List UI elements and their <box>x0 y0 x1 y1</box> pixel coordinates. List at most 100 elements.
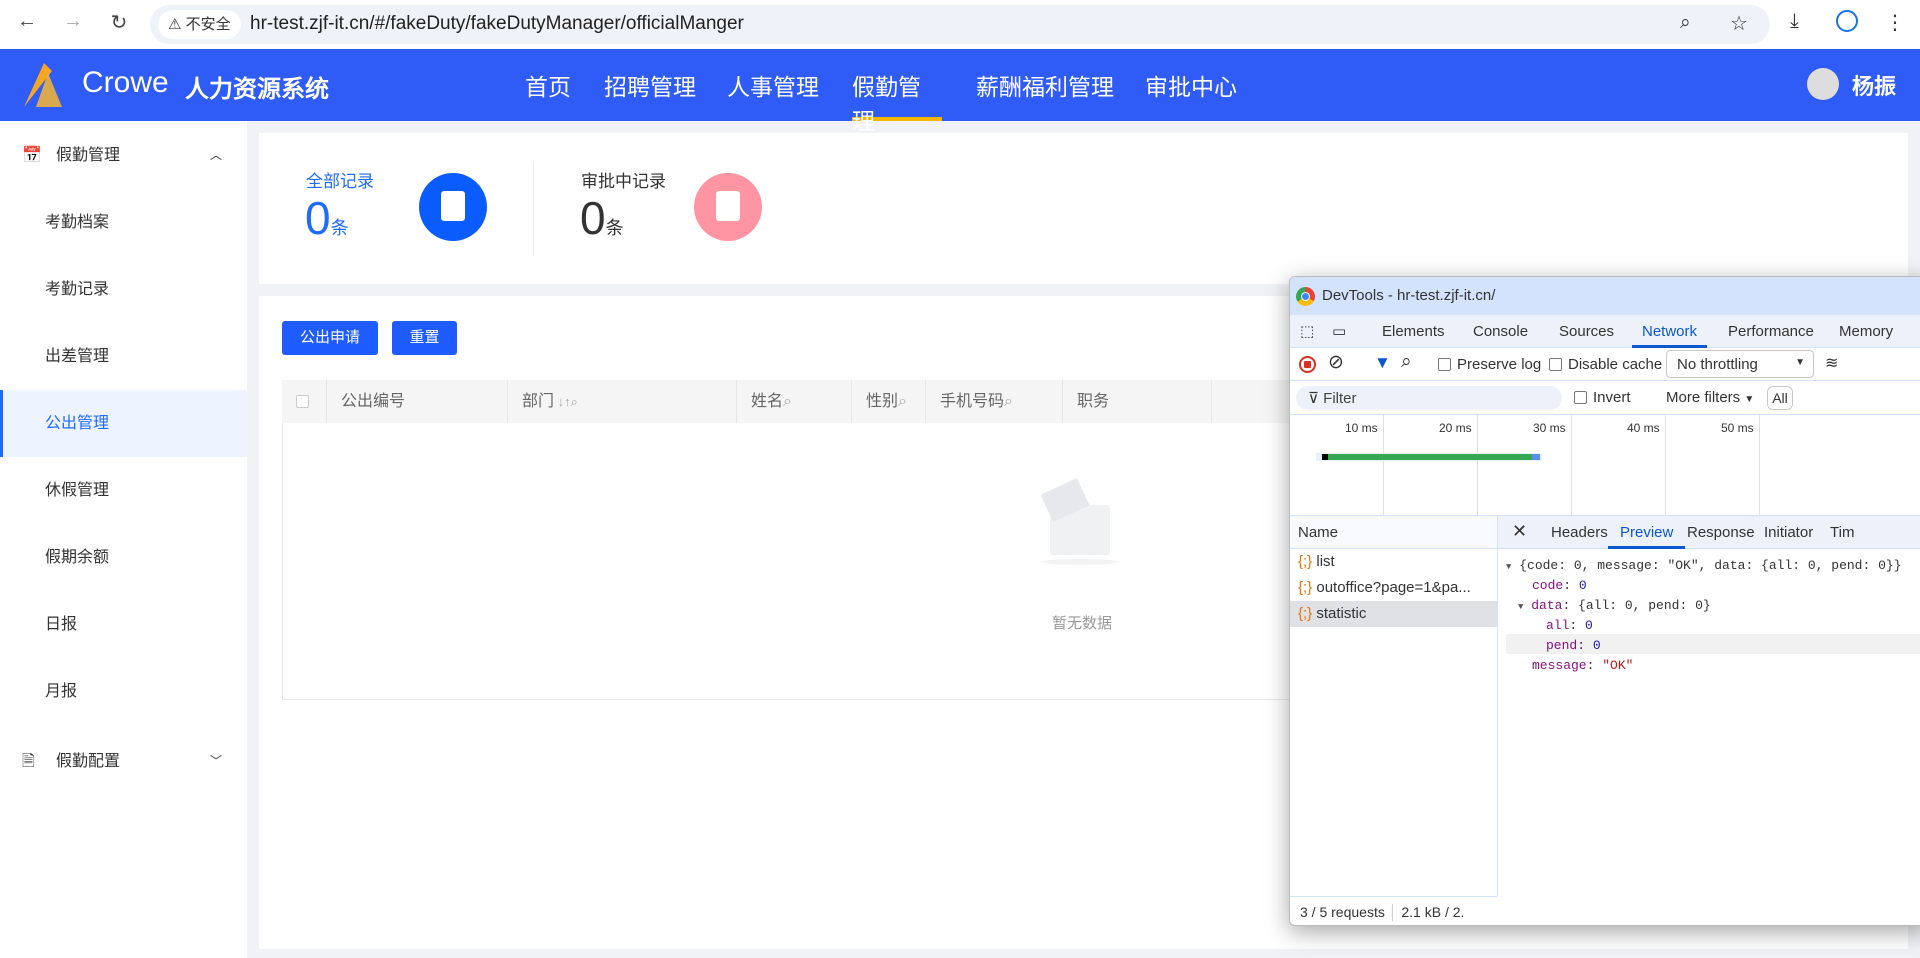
tab-sources[interactable]: Sources <box>1559 323 1614 340</box>
filter-all-button[interactable]: All <box>1767 386 1793 410</box>
expand-arrow-icon[interactable]: ▼ <box>1506 562 1511 572</box>
tab-timing[interactable]: Tim <box>1830 524 1854 541</box>
nav-attendance[interactable]: 假勤管理 <box>852 68 942 134</box>
tab-memory[interactable]: Memory <box>1839 323 1893 340</box>
inspect-icon[interactable]: ⬚ <box>1300 322 1314 340</box>
request-row-selected[interactable]: {;} statistic <box>1290 601 1497 627</box>
tab-performance[interactable]: Performance <box>1728 323 1814 340</box>
col-gender[interactable]: 性别⌕ <box>852 380 926 423</box>
url-text[interactable]: hr-test.zjf-it.cn/#/fakeDuty/fakeDutyMan… <box>250 13 744 35</box>
sidebar-item-business-trip[interactable]: 出差管理 <box>0 323 247 390</box>
profile-icon[interactable] <box>1836 10 1858 32</box>
record-icon[interactable] <box>1299 356 1316 373</box>
sidebar: 📅 假勤管理 ︿ 考勤档案 考勤记录 出差管理 公出管理 休假管理 假期余额 日报 … <box>0 121 247 958</box>
preview-message: message: "OK" <box>1532 658 1634 673</box>
disable-cache-checkbox[interactable]: Disable cache <box>1549 356 1662 373</box>
invert-checkbox[interactable]: Invert <box>1574 389 1631 406</box>
nav-payroll[interactable]: 薪酬福利管理 <box>976 68 1114 102</box>
network-conditions-icon[interactable]: ≋ <box>1825 353 1838 373</box>
briefcase-icon <box>694 173 762 241</box>
search-icon[interactable]: ⌕ <box>783 393 792 410</box>
select-all-checkbox[interactable] <box>282 380 327 423</box>
expand-arrow-icon[interactable]: ▼ <box>1518 602 1523 612</box>
apply-button[interactable]: 公出申请 <box>282 321 378 355</box>
detail-tabbar: ✕ Headers Preview Response Initiator Tim <box>1498 516 1920 549</box>
devtools-titlebar: DevTools - hr-test.zjf-it.cn/ <box>1290 277 1920 315</box>
request-row[interactable]: {;} outoffice?page=1&pa... <box>1290 575 1497 601</box>
sidebar-item-daily[interactable]: 日报 <box>0 591 247 658</box>
filter-input[interactable]: ⊽ Filter <box>1296 386 1562 410</box>
network-toolbar: ⊘ ▼ ⌕ Preserve log Disable cache No thro… <box>1290 348 1920 381</box>
nav-home[interactable]: 首页 <box>525 68 571 102</box>
tab-initiator[interactable]: Initiator <box>1764 524 1813 541</box>
zoom-icon[interactable]: ⌕ <box>1680 12 1691 34</box>
download-icon[interactable]: ⤓ <box>1790 10 1799 33</box>
tab-headers[interactable]: Headers <box>1551 524 1608 541</box>
devtools-window: DevTools - hr-test.zjf-it.cn/ ⬚ ▭ Elemen… <box>1289 276 1920 926</box>
search-icon[interactable]: ⌕ <box>1004 393 1013 410</box>
divider <box>533 163 534 256</box>
reload-icon[interactable]: ↻ <box>104 10 134 35</box>
stat-all-label: 全部记录 <box>306 172 374 191</box>
sidebar-item-balance[interactable]: 假期余额 <box>0 524 247 591</box>
user-name[interactable]: 杨振 <box>1852 69 1896 101</box>
sidebar-item-monthly[interactable]: 月报 <box>0 658 247 725</box>
request-row[interactable]: {;} list <box>1290 549 1497 575</box>
system-name: 人力资源系统 <box>185 76 329 103</box>
sidebar-item-official-out[interactable]: 公出管理 <box>0 390 247 457</box>
tab-response[interactable]: Response <box>1687 524 1755 541</box>
preview-summary[interactable]: ▼ {code: 0, message: "OK", data: {all: 0… <box>1506 558 1901 573</box>
preview-all: all: 0 <box>1546 618 1593 633</box>
calendar-icon: 📅 <box>22 147 42 164</box>
tab-preview[interactable]: Preview <box>1608 524 1686 549</box>
forward-icon[interactable]: → <box>58 10 88 33</box>
crowe-logo-icon <box>24 63 62 107</box>
json-icon: {;} <box>1298 553 1317 570</box>
nav-recruitment[interactable]: 招聘管理 <box>604 68 696 102</box>
warning-icon: ⚠ <box>168 16 186 33</box>
stat-all: 0条 <box>305 192 349 244</box>
preserve-log-checkbox[interactable]: Preserve log <box>1438 356 1541 373</box>
devtools-title: DevTools - hr-test.zjf-it.cn/ <box>1322 287 1496 304</box>
json-icon: {;} <box>1298 579 1317 596</box>
tick-50ms: 50 ms <box>1721 421 1754 435</box>
sort-search-icon[interactable]: ↓↑⌕ <box>554 394 578 409</box>
avatar[interactable] <box>1807 68 1839 100</box>
device-toggle-icon[interactable]: ▭ <box>1332 322 1346 340</box>
col-dept[interactable]: 部门 ↓↑⌕ <box>508 380 737 423</box>
nav-personnel[interactable]: 人事管理 <box>727 68 819 102</box>
menu-icon[interactable]: ⋮ <box>1885 10 1905 35</box>
search-icon[interactable]: ⌕ <box>898 393 907 410</box>
preview-pend: pend: 0 <box>1506 634 1920 654</box>
col-phone[interactable]: 手机号码⌕ <box>926 380 1063 423</box>
star-icon[interactable]: ☆ <box>1730 11 1748 36</box>
reset-button[interactable]: 重置 <box>392 321 457 355</box>
col-name[interactable]: 姓名⌕ <box>737 380 852 423</box>
filter-icon[interactable]: ▼ <box>1374 353 1391 373</box>
back-icon[interactable]: ← <box>12 10 42 33</box>
close-icon[interactable]: ✕ <box>1512 521 1527 542</box>
throttling-select[interactable]: No throttling ▼ <box>1666 350 1814 378</box>
tab-elements[interactable]: Elements <box>1382 323 1445 340</box>
name-column-header[interactable]: Name <box>1290 516 1497 549</box>
nav-approval[interactable]: 审批中心 <box>1145 68 1237 102</box>
empty-box-icon <box>1040 475 1125 565</box>
address-bar[interactable]: ⚠ 不安全 hr-test.zjf-it.cn/#/fakeDuty/fakeD… <box>150 5 1770 44</box>
sidebar-group-config[interactable]: 🗎 假勤配置 ﹀ <box>0 728 247 795</box>
sidebar-group-attendance[interactable]: 📅 假勤管理 ︿ <box>0 122 247 189</box>
tab-network[interactable]: Network <box>1632 323 1708 348</box>
clear-icon[interactable]: ⊘ <box>1328 351 1344 374</box>
chevron-down-icon: ﹀ <box>210 754 223 768</box>
tab-console[interactable]: Console <box>1473 323 1528 340</box>
sidebar-item-archive[interactable]: 考勤档案 <box>0 189 247 256</box>
preview-data[interactable]: ▼ data: {all: 0, pend: 0} <box>1518 598 1711 613</box>
security-chip[interactable]: ⚠ 不安全 <box>158 10 241 39</box>
sidebar-item-leave[interactable]: 休假管理 <box>0 457 247 524</box>
dropdown-arrow-icon: ▼ <box>1744 394 1755 405</box>
preview-code: code: 0 <box>1532 578 1587 593</box>
sidebar-item-records[interactable]: 考勤记录 <box>0 256 247 323</box>
col-code: 公出编号 <box>327 380 508 423</box>
more-filters-button[interactable]: More filters ▼ <box>1666 389 1754 406</box>
chevron-up-icon: ︿ <box>210 148 223 162</box>
search-icon[interactable]: ⌕ <box>1401 351 1412 373</box>
